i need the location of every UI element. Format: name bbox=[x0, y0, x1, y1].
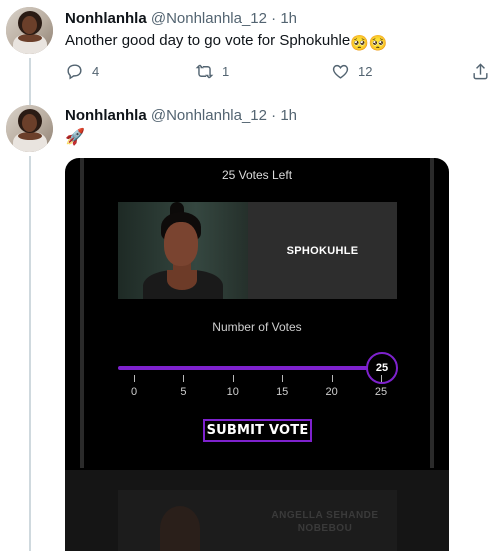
author-handle[interactable]: @Nonhlanhla_12 bbox=[151, 10, 267, 27]
retweet-button[interactable]: 1 bbox=[195, 62, 229, 81]
slider-tick bbox=[183, 375, 185, 382]
slider-tick bbox=[381, 375, 382, 382]
thread-line bbox=[29, 156, 31, 551]
slider-tick-label: 15 bbox=[276, 386, 289, 398]
slider-tick-label: 25 bbox=[374, 386, 388, 398]
votes-slider-thumb[interactable]: 25 bbox=[366, 352, 398, 384]
author-handle[interactable]: @Nonhlanhla_12 bbox=[151, 107, 267, 124]
contestant-photo bbox=[118, 202, 248, 299]
tweet-header: Nonhlanhla @Nonhlanhla_12 · 1h bbox=[65, 107, 297, 124]
like-button[interactable]: 12 bbox=[331, 62, 372, 81]
slider-tick-label: 20 bbox=[325, 386, 338, 398]
tweet-text: Another good day to go vote for Sphokuhl… bbox=[65, 32, 388, 52]
pleading-face-emoji: 🥺🥺 bbox=[350, 35, 388, 52]
next-contestant-photo bbox=[160, 506, 200, 551]
submit-vote-button[interactable]: SUBMIT VOTE bbox=[203, 419, 312, 442]
tweet-body: Another good day to go vote for Sphokuhl… bbox=[65, 32, 351, 49]
votes-slider-track[interactable] bbox=[118, 366, 376, 370]
tweet-actions: 4 1 12 bbox=[65, 62, 495, 82]
slider-tick bbox=[134, 375, 135, 382]
reply-count: 4 bbox=[92, 64, 100, 79]
slider-tick bbox=[232, 375, 234, 382]
frame-border-right bbox=[430, 158, 434, 468]
retweet-icon bbox=[195, 64, 214, 79]
share-icon bbox=[473, 63, 488, 80]
like-count: 12 bbox=[358, 64, 373, 79]
rocket-emoji: 🚀 bbox=[65, 129, 85, 146]
contestant-card: SPHOKUHLE bbox=[118, 202, 397, 299]
attached-image[interactable]: ANGELLA SEHANDE NOBEBOU 25 Votes Left SP… bbox=[65, 158, 449, 551]
next-contestant-name: ANGELLA SEHANDE NOBEBOU bbox=[271, 510, 379, 534]
votes-left-label: 25 Votes Left bbox=[221, 168, 293, 182]
reply-button[interactable]: 4 bbox=[65, 62, 99, 81]
share-button[interactable] bbox=[471, 62, 490, 81]
slider-tick bbox=[282, 375, 284, 382]
contestant-name: SPHOKUHLE bbox=[286, 244, 359, 257]
avatar[interactable] bbox=[6, 105, 53, 152]
author-name[interactable]: Nonhlanhla bbox=[65, 107, 147, 124]
reply-icon bbox=[67, 64, 82, 80]
frame-border-left bbox=[80, 158, 84, 468]
author-name[interactable]: Nonhlanhla bbox=[65, 10, 147, 27]
retweet-count: 1 bbox=[222, 64, 230, 79]
slider-tick-label: 0 bbox=[130, 386, 138, 398]
like-icon bbox=[332, 64, 349, 79]
separator-dot: · bbox=[271, 10, 277, 27]
avatar[interactable] bbox=[6, 7, 53, 54]
tweet-header: Nonhlanhla @Nonhlanhla_12 · 1h bbox=[65, 10, 297, 27]
tweet-timestamp[interactable]: 1h bbox=[280, 107, 297, 124]
tweet-timestamp[interactable]: 1h bbox=[280, 10, 297, 27]
number-of-votes-label: Number of Votes bbox=[212, 320, 302, 334]
slider-tick-label: 10 bbox=[226, 386, 239, 398]
slider-tick bbox=[331, 375, 333, 382]
thread-line bbox=[29, 58, 31, 106]
slider-tick-label: 5 bbox=[180, 386, 187, 398]
separator-dot: · bbox=[271, 107, 277, 124]
